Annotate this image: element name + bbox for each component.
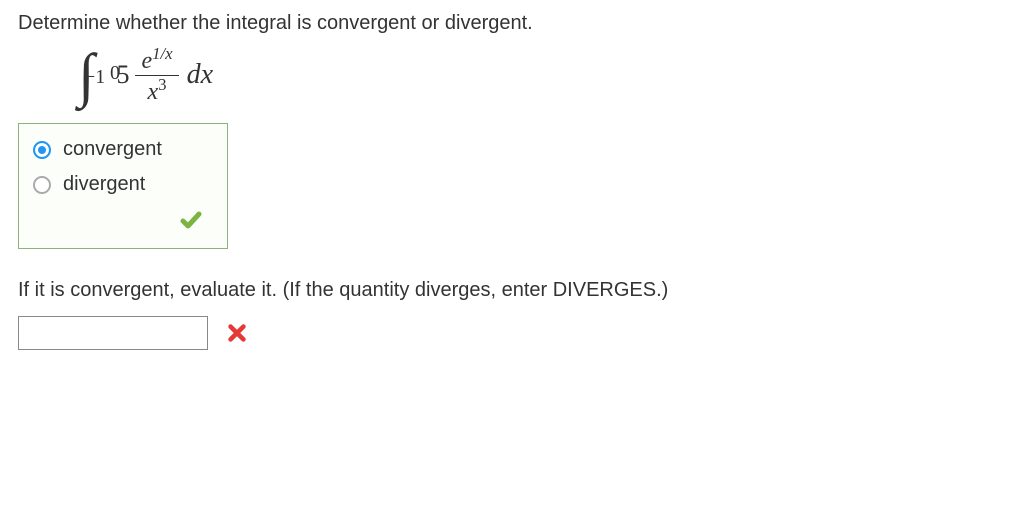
radio-icon — [33, 141, 51, 159]
radio-label: divergent — [63, 173, 145, 196]
grading-mark — [33, 208, 209, 238]
denominator: x3 — [142, 76, 173, 105]
den-base: x — [148, 79, 159, 105]
integral-sign: ∫ 0 −1 — [78, 45, 94, 105]
upper-limit: 0 — [110, 43, 120, 103]
numerator: e1/x — [135, 45, 178, 75]
integral-expression: ∫ 0 −1 5 e1/x x3 dx — [78, 45, 998, 105]
grading-mark — [226, 322, 248, 344]
radio-option-convergent[interactable]: convergent — [33, 138, 209, 161]
den-exp: 3 — [158, 75, 166, 94]
num-exp: 1/x — [152, 44, 173, 63]
answer-input[interactable] — [18, 316, 208, 350]
question-prompt: Determine whether the integral is conver… — [18, 12, 998, 35]
integrand-fraction: e1/x x3 — [135, 45, 178, 105]
lower-limit: −1 — [84, 47, 105, 107]
multiple-choice-box: convergent divergent — [18, 123, 228, 249]
cross-icon — [226, 322, 248, 344]
radio-option-divergent[interactable]: divergent — [33, 173, 209, 196]
answer-input-row — [18, 316, 998, 350]
radio-icon — [33, 176, 51, 194]
radio-label: convergent — [63, 138, 162, 161]
followup-prompt: If it is convergent, evaluate it. (If th… — [18, 279, 998, 302]
checkmark-icon — [179, 208, 203, 232]
num-base: e — [141, 48, 152, 74]
differential: dx — [187, 59, 213, 91]
